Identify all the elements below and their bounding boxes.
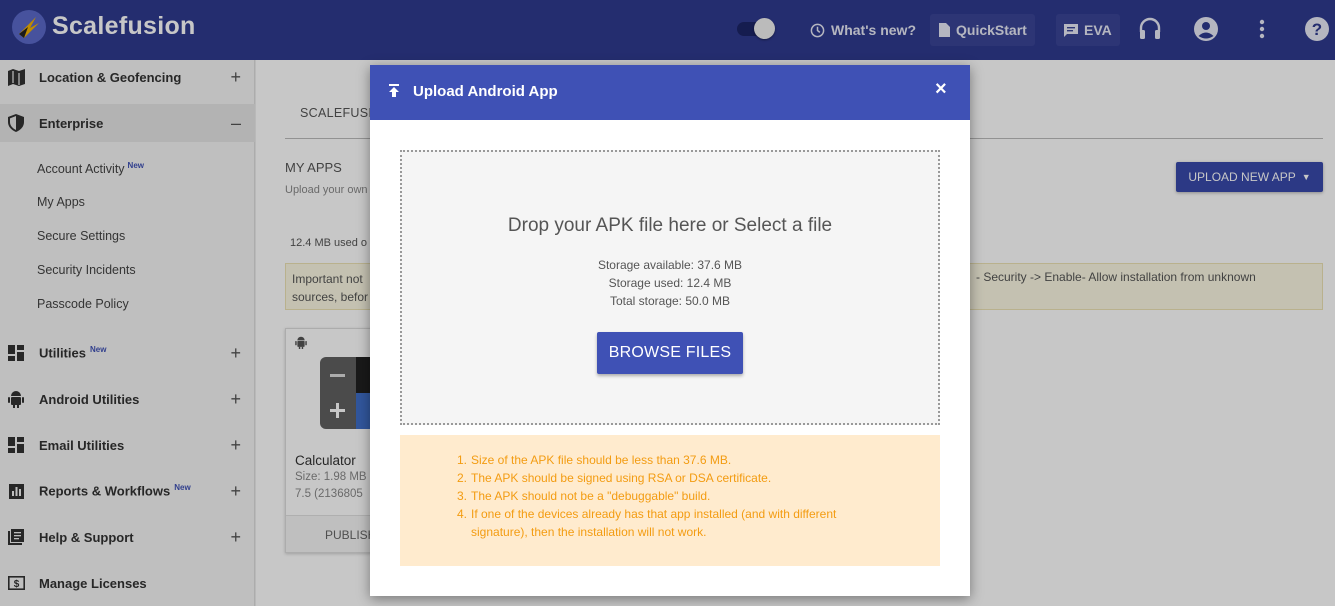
note-text: signature), then the installation will n… xyxy=(471,525,707,539)
dialog-header: Upload Android App × xyxy=(370,65,970,120)
note-number: 2. xyxy=(457,471,468,485)
storage-used: Storage used: 12.4 MB xyxy=(608,276,732,290)
note-item: 1. Size of the APK file should be less th… xyxy=(457,451,731,469)
drop-instruction: Drop your APK file here or Select a file xyxy=(507,215,833,236)
note-item-continuation: signature), then the installation will n… xyxy=(457,523,706,541)
total-storage: Total storage: 50.0 MB xyxy=(609,294,731,308)
note-text: If one of the devices already has that a… xyxy=(471,507,837,521)
note-item: 4. If one of the devices already has that… xyxy=(457,505,836,523)
note-number: 3. xyxy=(457,489,468,503)
note-text: The APK should not be a "debuggable" bui… xyxy=(471,489,711,503)
dialog-title: Upload Android App xyxy=(413,83,558,100)
upload-android-app-dialog: Upload Android App × Drop your APK file … xyxy=(370,65,970,596)
storage-available: Storage available: 37.6 MB xyxy=(597,258,743,272)
browse-files-button[interactable]: BROWSE FILES xyxy=(597,332,743,374)
upload-icon xyxy=(388,84,400,102)
note-number: 1. xyxy=(457,453,468,467)
apk-drop-zone[interactable]: Drop your APK file here or Select a file… xyxy=(400,150,940,425)
close-icon[interactable]: × xyxy=(935,78,947,101)
note-item: 2. The APK should be signed using RSA or … xyxy=(457,469,771,487)
note-text: Size of the APK file should be less than… xyxy=(471,453,732,467)
note-item: 3. The APK should not be a "debuggable" b… xyxy=(457,487,710,505)
note-text: The APK should be signed using RSA or DS… xyxy=(471,471,772,485)
note-number: 4. xyxy=(457,507,468,521)
apk-requirements-notes: 1. Size of the APK file should be less th… xyxy=(400,435,940,566)
